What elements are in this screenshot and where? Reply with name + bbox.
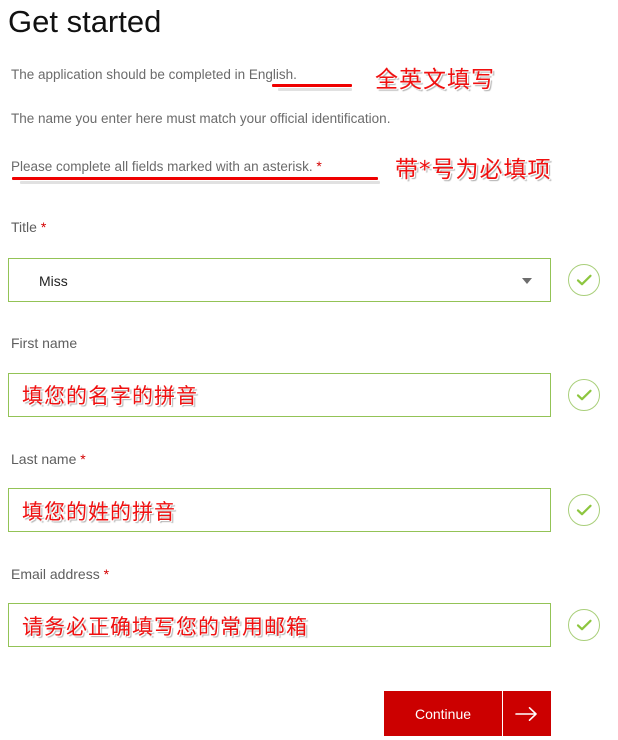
intro-line-identification: The name you enter here must match your … [11,111,391,126]
arrow-right-icon [503,706,551,722]
intro-line-english: The application should be completed in E… [11,67,297,82]
select-title[interactable]: Miss [8,258,551,302]
continue-button-label: Continue [414,705,472,722]
page-title: Get started [8,4,162,39]
underline-english-shadow [278,88,352,91]
label-title: Title * [11,218,46,236]
label-title-text: Title [11,219,37,235]
chevron-down-icon[interactable] [522,278,532,284]
underline-asterisk [12,177,378,180]
label-email-address: Email address * [11,565,109,583]
underline-asterisk-shadow [20,181,380,184]
continue-button[interactable]: Continue [384,691,551,736]
valid-check-icon-title [568,264,600,296]
label-email-address-required: * [103,566,110,582]
annotation-email-note: 请务必正确填写您的常用邮箱 [22,615,308,639]
annotation-last-name-note: 填您的姓的拼音 [22,500,176,524]
intro-line-asterisk: Please complete all fields marked with a… [11,157,322,176]
select-title-value: Miss [39,273,68,289]
label-last-name-required: * [80,451,86,467]
label-title-required: * [40,219,47,235]
valid-check-icon-email [568,609,600,641]
label-first-name-text: First name [11,335,78,351]
asterisk-marker: * [316,158,322,174]
label-last-name-text: Last name [11,451,77,467]
annotation-first-name-note: 填您的名字的拼音 [22,384,198,408]
intro-asterisk-text: Please complete all fields marked with a… [11,159,313,174]
label-email-address-text: Email address [11,566,100,582]
annotation-english-note: 全英文填写 [375,67,495,93]
label-last-name: Last name * [11,450,86,468]
annotation-required-note: 带*号为必填项 [395,157,552,183]
valid-check-icon-last-name [568,494,600,526]
underline-english [272,84,352,87]
valid-check-icon-first-name [568,379,600,411]
label-first-name: First name [11,334,77,352]
